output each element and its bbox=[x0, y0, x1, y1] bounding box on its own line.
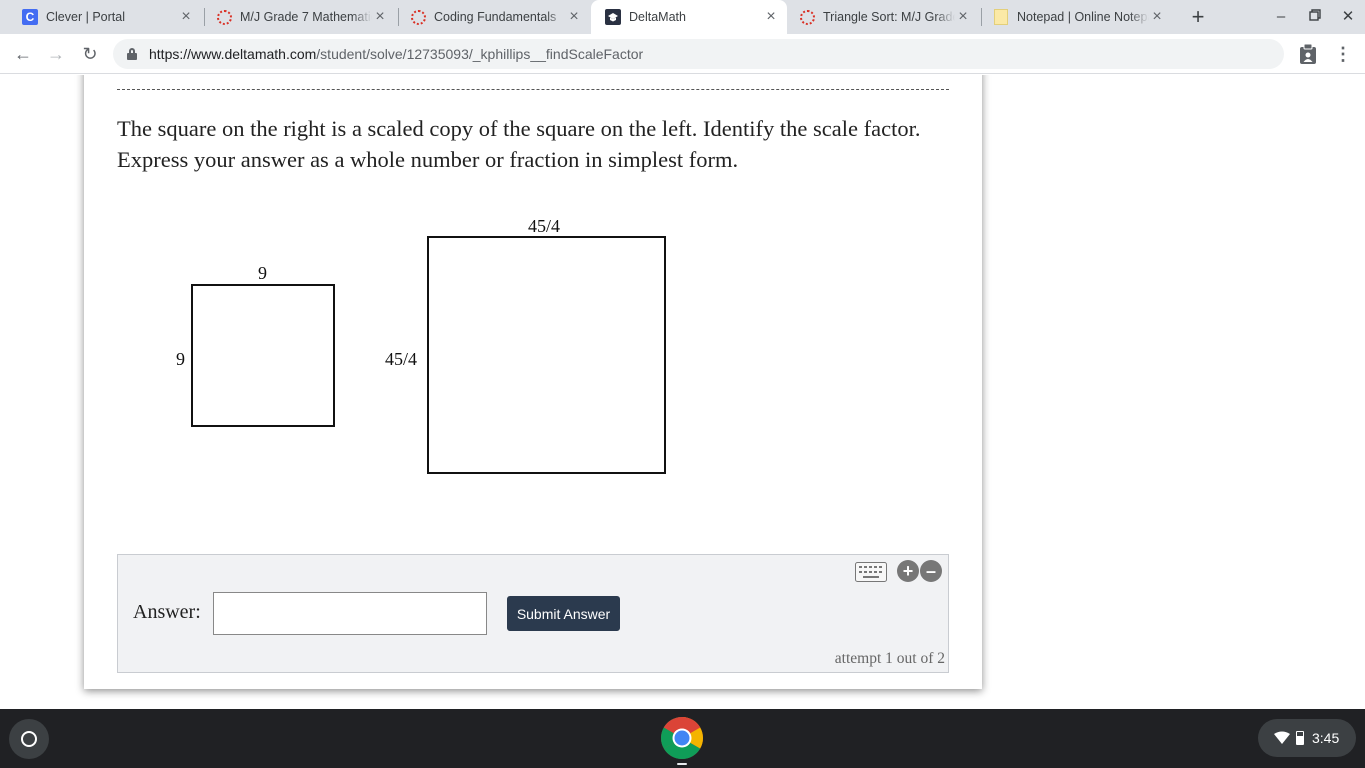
loading-ring-icon bbox=[799, 9, 815, 25]
clever-icon: C bbox=[22, 9, 38, 25]
tab-title: Notepad | Online Notepad bbox=[1017, 10, 1149, 24]
status-tray[interactable]: 3:45 bbox=[1258, 719, 1356, 757]
squares-figure: 9 9 45/4 45/4 bbox=[84, 75, 982, 545]
new-tab-plus-icon[interactable]: + bbox=[1186, 5, 1210, 29]
browser-toolbar: ← → ↻ https://www.deltamath.com/student/… bbox=[0, 34, 1365, 74]
url-path: /student/solve/12735093/_kphillips__find… bbox=[316, 46, 644, 62]
close-icon[interactable]: × bbox=[1149, 9, 1165, 25]
notepad-icon bbox=[994, 9, 1008, 25]
zoom-in-icon[interactable]: + bbox=[897, 560, 919, 582]
submit-answer-button[interactable]: Submit Answer bbox=[507, 596, 620, 631]
tab-mj-grade7[interactable]: M/J Grade 7 Mathematics × bbox=[202, 0, 396, 34]
clipboard-extension-icon[interactable] bbox=[1298, 43, 1318, 65]
zoom-out-icon[interactable]: – bbox=[920, 560, 942, 582]
loading-ring-icon bbox=[216, 9, 232, 25]
tab-deltamath[interactable]: DeltaMath × bbox=[591, 0, 787, 34]
tab-coding-fundamentals[interactable]: Coding Fundamentals × bbox=[396, 0, 590, 34]
answer-panel: + – Answer: Submit Answer attempt 1 out … bbox=[117, 554, 949, 673]
window-close-icon[interactable]: ✕ bbox=[1338, 8, 1358, 26]
keyboard-icon[interactable] bbox=[855, 562, 887, 582]
tab-title: Coding Fundamentals bbox=[434, 10, 557, 24]
os-shelf: 3:45 bbox=[0, 709, 1365, 768]
tab-clever[interactable]: C Clever | Portal × bbox=[8, 0, 202, 34]
close-icon[interactable]: × bbox=[178, 9, 194, 25]
close-icon[interactable]: × bbox=[955, 9, 971, 25]
left-square-side-label: 9 bbox=[176, 349, 185, 369]
chrome-icon[interactable] bbox=[660, 716, 704, 760]
close-icon[interactable]: × bbox=[763, 9, 779, 25]
battery-icon bbox=[1296, 731, 1304, 745]
minimize-icon[interactable]: – bbox=[1271, 8, 1291, 26]
back-arrow-icon[interactable]: ← bbox=[11, 42, 35, 66]
tab-title: Triangle Sort: M/J Grade 7 bbox=[823, 10, 955, 24]
running-indicator bbox=[677, 763, 687, 765]
tab-title: DeltaMath bbox=[629, 10, 686, 24]
tab-title: Clever | Portal bbox=[46, 10, 125, 24]
answer-label: Answer: bbox=[133, 601, 201, 623]
reload-icon[interactable]: ↻ bbox=[78, 42, 102, 66]
answer-input[interactable] bbox=[213, 592, 487, 635]
left-square bbox=[191, 284, 335, 427]
launcher-button[interactable] bbox=[9, 719, 49, 759]
clock-time: 3:45 bbox=[1312, 730, 1340, 746]
close-icon[interactable]: × bbox=[372, 9, 388, 25]
tab-triangle-sort[interactable]: Triangle Sort: M/J Grade 7 × bbox=[785, 0, 979, 34]
lock-icon bbox=[127, 48, 137, 60]
tab-notepad[interactable]: Notepad | Online Notepad × bbox=[979, 0, 1173, 34]
close-icon[interactable]: × bbox=[566, 9, 582, 25]
tab-strip: C Clever | Portal × M/J Grade 7 Mathemat… bbox=[0, 0, 1365, 34]
right-square-side-label: 45/4 bbox=[385, 349, 418, 369]
right-square-top-label: 45/4 bbox=[528, 216, 561, 236]
page-viewport: The square on the right is a scaled copy… bbox=[0, 75, 1365, 709]
url-host: https://www.deltamath.com bbox=[149, 46, 317, 62]
address-bar[interactable]: https://www.deltamath.com/student/solve/… bbox=[113, 39, 1284, 69]
forward-arrow-icon[interactable]: → bbox=[44, 42, 68, 66]
right-square bbox=[427, 236, 666, 474]
deltamath-icon bbox=[605, 9, 621, 25]
kebab-menu-icon[interactable]: ⋮ bbox=[1334, 43, 1352, 65]
restore-icon[interactable] bbox=[1305, 8, 1325, 26]
launcher-circle-icon bbox=[21, 731, 37, 747]
wifi-icon bbox=[1274, 731, 1290, 744]
attempt-counter: attempt 1 out of 2 bbox=[834, 650, 945, 667]
problem-card: The square on the right is a scaled copy… bbox=[84, 75, 982, 689]
left-square-top-label: 9 bbox=[258, 263, 267, 283]
loading-ring-icon bbox=[410, 9, 426, 25]
tab-title: M/J Grade 7 Mathematics bbox=[240, 10, 372, 24]
